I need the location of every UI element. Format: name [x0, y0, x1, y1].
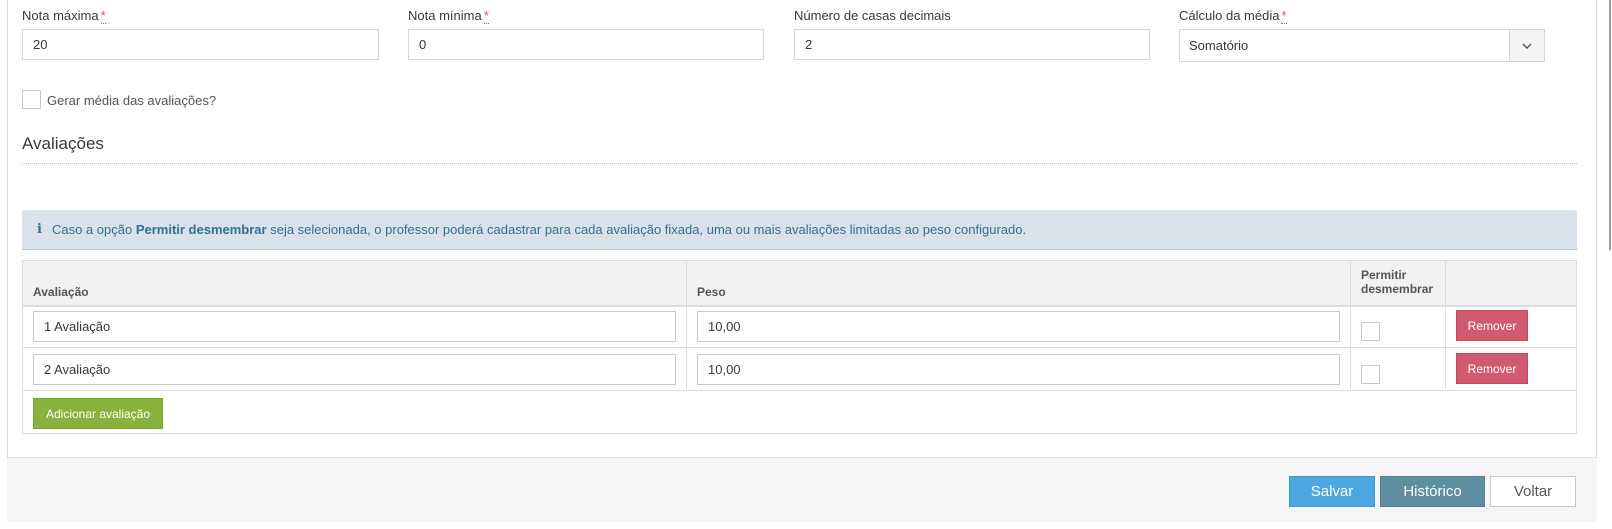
gerar-media-checkbox[interactable] — [22, 90, 41, 109]
th-avaliacao: Avaliação — [33, 285, 89, 299]
casas-decimais-label: Número de casas decimais — [794, 8, 951, 23]
avaliacoes-table: Avaliação Peso Permitir desmembrar 1 Ava… — [22, 260, 1577, 434]
nota-maxima-input[interactable]: 20 — [22, 29, 379, 60]
form-panel: Nota máxima * 20 Nota mínima * 0 Número de… — [7, 0, 1597, 522]
peso-input[interactable]: 10,00 — [697, 311, 1340, 342]
casas-decimais-label-text: Número de casas decimais — [794, 8, 951, 23]
remove-button[interactable]: Remover — [1456, 353, 1528, 384]
th-permitir-line2: desmembrar — [1361, 282, 1434, 296]
calculo-media-label: Cálculo da média * — [1179, 8, 1287, 24]
nota-minima-input[interactable]: 0 — [408, 29, 764, 60]
calculo-media-selected: Somatório — [1189, 38, 1249, 53]
calculo-media-label-text: Cálculo da média — [1179, 8, 1280, 23]
calculo-media-select[interactable]: Somatório — [1179, 29, 1545, 62]
scrollbar-thumb[interactable] — [1609, 0, 1611, 250]
chevron-down-icon[interactable] — [1509, 30, 1544, 61]
peso-input[interactable]: 10,00 — [697, 354, 1340, 385]
history-button[interactable]: Histórico — [1380, 476, 1485, 507]
info-alert: i Caso a opção Permitir desmembrar seja … — [22, 210, 1577, 250]
section-title: Avaliações — [22, 134, 104, 153]
gerar-media-label: Gerar média das avaliações? — [47, 93, 217, 108]
info-text-bold: Permitir desmembrar — [135, 222, 267, 237]
table-row: 2 Avaliação 10,00 Remover — [23, 348, 1576, 391]
required-mark: * — [1281, 8, 1287, 24]
permitir-desmembrar-checkbox[interactable] — [1361, 322, 1380, 341]
nota-maxima-label: Nota máxima * — [22, 8, 106, 24]
add-avaliacao-button[interactable]: Adicionar avaliação — [33, 398, 163, 429]
back-button[interactable]: Voltar — [1490, 476, 1576, 507]
table-header: Avaliação Peso Permitir desmembrar — [23, 261, 1576, 307]
required-mark: * — [483, 8, 489, 24]
casas-decimais-input[interactable]: 2 — [794, 29, 1150, 60]
table-row: 1 Avaliação 10,00 Remover — [23, 305, 1576, 348]
info-text-after: seja selecionada, o professor poderá cad… — [270, 222, 1027, 237]
info-icon: i — [37, 222, 42, 237]
required-mark: * — [100, 8, 106, 24]
section-divider — [22, 163, 1577, 164]
th-peso: Peso — [697, 285, 726, 299]
scrollbar[interactable] — [1605, 0, 1612, 529]
nota-maxima-label-text: Nota máxima — [22, 8, 99, 23]
nota-minima-label-text: Nota mínima — [408, 8, 482, 23]
info-text-before: Caso a opção — [51, 222, 133, 237]
save-button[interactable]: Salvar — [1289, 476, 1375, 507]
th-permitir-line1: Permitir — [1361, 268, 1407, 282]
avaliacao-input[interactable]: 2 Avaliação — [33, 354, 676, 385]
remove-button[interactable]: Remover — [1456, 310, 1528, 341]
form-footer: Salvar Histórico Voltar — [7, 457, 1597, 522]
avaliacao-input[interactable]: 1 Avaliação — [33, 311, 676, 342]
nota-minima-label: Nota mínima * — [408, 8, 489, 24]
th-permitir: Permitir desmembrar — [1361, 268, 1433, 296]
permitir-desmembrar-checkbox[interactable] — [1361, 365, 1380, 384]
